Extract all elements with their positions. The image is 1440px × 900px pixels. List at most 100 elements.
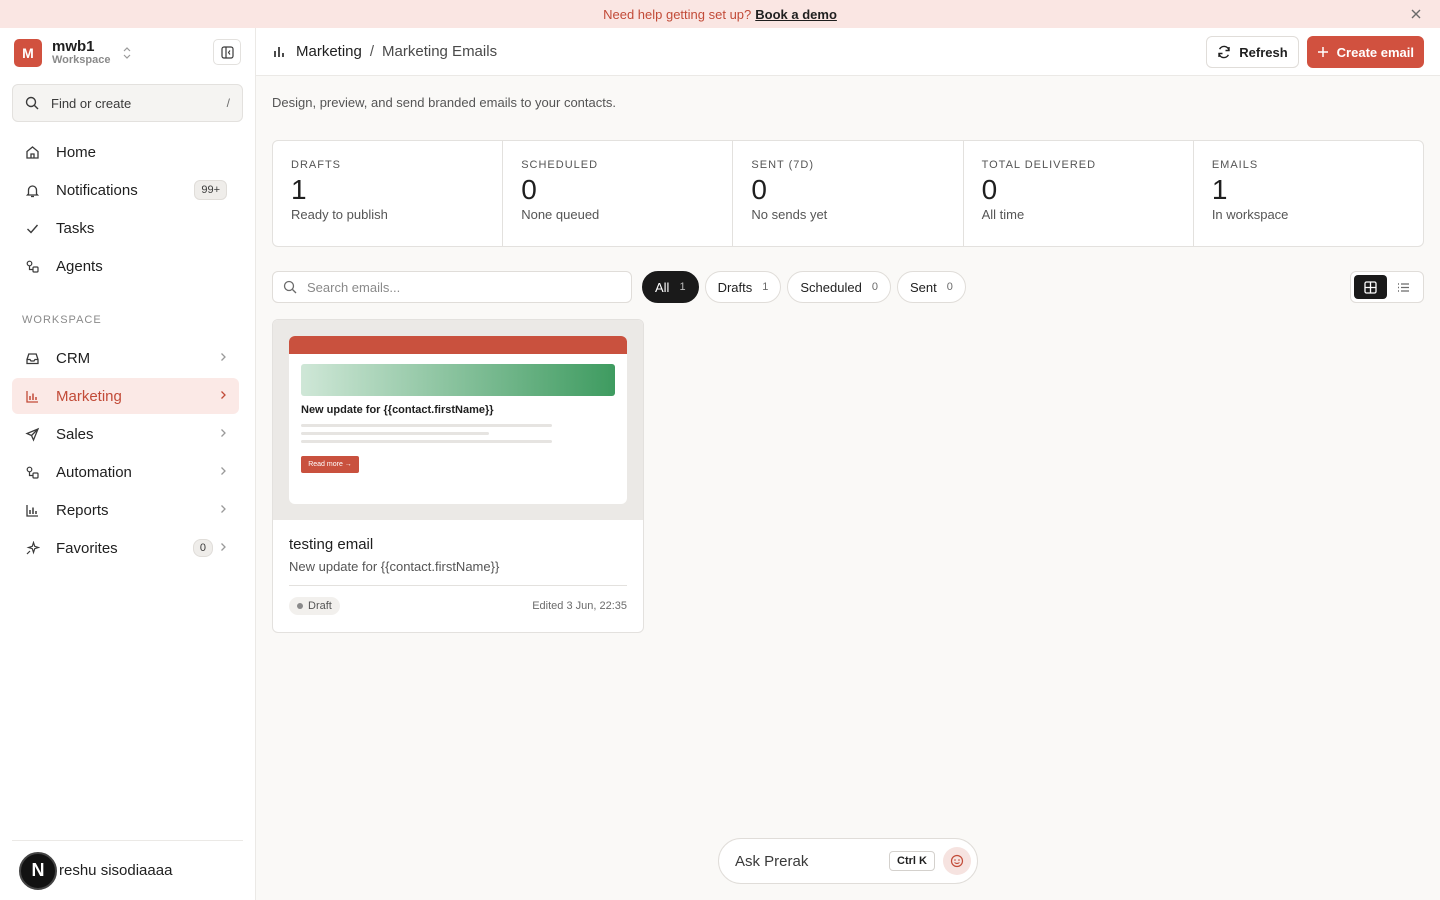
user-name: reshu sisodiaaaa <box>59 862 173 879</box>
sidebar-item-label: CRM <box>56 349 91 367</box>
stat-value: 1 <box>1211 174 1228 205</box>
book-demo-link[interactable]: Book a demo <box>755 7 837 22</box>
stat-label: SENT (7D) <box>751 159 814 171</box>
filter-count: 1 <box>762 281 769 293</box>
workspace-type: Workspace <box>52 54 111 67</box>
search-icon <box>283 280 297 294</box>
workspace-name: mwb1 <box>52 38 95 56</box>
workspace-switcher[interactable]: M mwb1 Workspace <box>14 38 244 68</box>
sidebar-collapse-button[interactable] <box>213 39 241 65</box>
grid-icon <box>1364 280 1377 294</box>
setup-banner: Need help getting set up? Book a demo <box>0 0 1440 28</box>
inbox-icon <box>24 350 40 366</box>
sidebar-item-label: Home <box>56 143 97 161</box>
filter-sent[interactable]: Sent 0 <box>896 271 966 303</box>
create-email-button[interactable]: Create email <box>1306 36 1424 68</box>
close-icon[interactable] <box>1408 6 1424 22</box>
sidebar-item-agents[interactable]: Agents <box>12 248 239 284</box>
breadcrumb: Marketing / Marketing Emails <box>272 43 497 60</box>
sidebar-item-automation[interactable]: Automation <box>12 454 239 490</box>
sidebar-item-tasks[interactable]: Tasks <box>12 210 239 246</box>
ask-assistant-bar[interactable]: Ask Prerak Ctrl K <box>718 838 978 884</box>
bell-icon <box>24 182 40 198</box>
list-view-button[interactable] <box>1387 275 1420 299</box>
stat-total-delivered: TOTAL DELIVERED 0 All time <box>964 141 1194 246</box>
assistant-icon <box>943 847 971 875</box>
email-preview: New update for {{contact.firstName}} Rea… <box>273 320 643 520</box>
sidebar-item-sales[interactable]: Sales <box>12 416 239 452</box>
filter-count: 1 <box>679 281 686 293</box>
reports-chart-icon <box>24 502 40 518</box>
notifications-count-badge: 99+ <box>194 180 227 200</box>
stat-value: 1 <box>291 174 307 205</box>
filter-count: 0 <box>946 281 953 293</box>
thumbnail-cta: Read more → <box>301 456 359 473</box>
filter-label: Sent <box>909 279 937 295</box>
status-label: Draft <box>308 600 332 612</box>
stat-drafts: DRAFTS 1 Ready to publish <box>273 141 504 246</box>
stats-panel: DRAFTS 1 Ready to publish SCHEDULED 0 No… <box>272 140 1424 247</box>
filter-scheduled[interactable]: Scheduled 0 <box>787 271 891 303</box>
stat-sub: All time <box>981 207 1025 222</box>
sidebar-item-reports[interactable]: Reports <box>12 492 239 528</box>
sidebar-item-home[interactable]: Home <box>12 134 239 170</box>
chevron-right-icon <box>219 389 227 403</box>
sidebar-item-notifications[interactable]: Notifications 99+ <box>12 172 239 208</box>
top-bar: Marketing / Marketing Emails Refresh Cre… <box>256 28 1440 76</box>
avatar: N <box>19 851 57 890</box>
breadcrumb-marketing[interactable]: Marketing <box>296 43 362 60</box>
view-toggle <box>1350 271 1424 303</box>
sidebar-item-label: Favorites <box>56 539 118 557</box>
stat-value: 0 <box>521 174 537 205</box>
filter-drafts[interactable]: Drafts 1 <box>704 271 782 303</box>
sidebar-item-label: Agents <box>56 257 103 275</box>
sidebar-item-marketing[interactable]: Marketing <box>12 378 239 414</box>
bar-chart-icon <box>24 388 40 404</box>
filter-all[interactable]: All 1 <box>642 271 699 303</box>
filter-label: Drafts <box>717 279 753 295</box>
stat-label: DRAFTS <box>291 159 341 171</box>
check-icon <box>24 220 40 236</box>
search-input[interactable] <box>307 279 607 295</box>
user-menu[interactable]: N reshu sisodiaaaa <box>12 840 243 900</box>
email-search <box>272 271 632 303</box>
page-description: Design, preview, and send branded emails… <box>272 95 616 110</box>
find-label: Find or create <box>51 95 132 111</box>
refresh-button[interactable]: Refresh <box>1206 36 1299 68</box>
sparkle-icon <box>24 540 40 556</box>
stat-value: 0 <box>981 174 998 205</box>
find-or-create[interactable]: Find or create / <box>12 84 243 122</box>
chevron-right-icon <box>219 427 227 441</box>
stat-scheduled: SCHEDULED 0 None queued <box>503 141 734 246</box>
breadcrumb-separator: / <box>369 43 375 60</box>
stat-sub: No sends yet <box>751 207 828 222</box>
grid-view-button[interactable] <box>1354 275 1387 299</box>
sidebar-item-favorites[interactable]: Favorites 0 <box>12 530 239 566</box>
sidebar-item-label: Tasks <box>56 219 95 237</box>
status-filters: All 1 Drafts 1 Scheduled 0 Sent 0 <box>642 271 972 303</box>
chevron-right-icon <box>219 465 227 479</box>
status-dot <box>297 603 303 609</box>
workspace-section-label: WORKSPACE <box>22 314 102 326</box>
sidebar: M mwb1 Workspace Find or create / Home N… <box>0 28 256 900</box>
send-icon <box>24 426 40 442</box>
home-icon <box>24 144 40 160</box>
banner-text: Need help getting set up? <box>603 6 752 22</box>
ask-shortcut: Ctrl K <box>889 851 935 871</box>
sidebar-item-crm[interactable]: CRM <box>12 340 239 376</box>
sidebar-toggle-icon <box>220 45 234 59</box>
email-card[interactable]: New update for {{contact.firstName}} Rea… <box>272 319 644 633</box>
email-thumbnail: New update for {{contact.firstName}} Rea… <box>289 336 627 504</box>
stat-sent-7d: SENT (7D) 0 No sends yet <box>733 141 964 246</box>
page-title: Marketing Emails <box>382 43 498 60</box>
refresh-label: Refresh <box>1239 44 1288 60</box>
ask-label: Ask Prerak <box>735 852 809 870</box>
status-badge: Draft <box>289 597 340 615</box>
bar-chart-icon <box>274 46 284 57</box>
sidebar-item-label: Sales <box>56 425 94 443</box>
edited-timestamp: Edited 3 Jun, 22:35 <box>532 600 627 612</box>
thumbnail-title: New update for {{contact.firstName}} <box>301 404 494 416</box>
stat-value: 0 <box>751 174 767 205</box>
stat-label: SCHEDULED <box>521 159 599 171</box>
thumbnail-line <box>301 432 489 435</box>
